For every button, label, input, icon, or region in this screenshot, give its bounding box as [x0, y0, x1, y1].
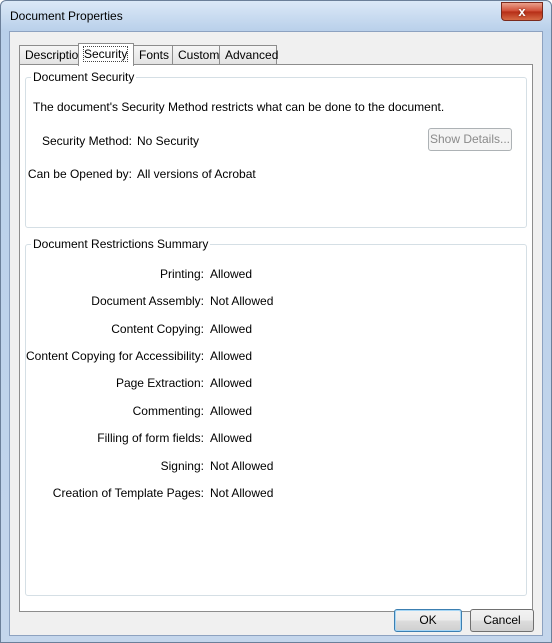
- tab-description-label: Description: [25, 48, 86, 62]
- restriction-label: Printing:: [159, 267, 204, 281]
- window-title: Document Properties: [10, 9, 123, 23]
- restriction-value: Allowed: [210, 349, 253, 363]
- restrictions-summary-title: Document Restrictions Summary: [31, 237, 211, 251]
- show-details-button[interactable]: Show Details...: [428, 128, 512, 151]
- tab-fonts-label: Fonts: [139, 48, 170, 62]
- restriction-value: Allowed: [210, 404, 253, 418]
- opened-by-value: All versions of Acrobat: [137, 167, 256, 181]
- restriction-label: Commenting:: [132, 404, 204, 418]
- tab-security-label: Security: [82, 46, 129, 62]
- document-properties-window: Document Properties x Description Securi…: [0, 0, 552, 643]
- document-security-group: Document Security The document's Securit…: [25, 70, 527, 228]
- tab-security[interactable]: Security: [78, 43, 134, 66]
- restriction-label: Content Copying for Accessibility:: [26, 349, 205, 363]
- cancel-button[interactable]: Cancel: [470, 609, 534, 632]
- restrictions-summary-group: Document Restrictions Summary Printing: …: [25, 237, 527, 596]
- dialog-client-area: Description Security Fonts Custom Advanc…: [9, 31, 543, 636]
- opened-by-label: Can be Opened by:: [27, 167, 132, 181]
- document-security-title: Document Security: [31, 70, 137, 84]
- tab-custom-label: Custom: [178, 48, 220, 62]
- restriction-value: Allowed: [210, 376, 253, 390]
- restriction-label: Signing:: [160, 459, 204, 473]
- restriction-label: Document Assembly:: [91, 294, 204, 308]
- close-icon: x: [518, 4, 526, 19]
- restriction-value: Allowed: [210, 431, 253, 445]
- restriction-value: Not Allowed: [210, 486, 274, 500]
- title-bar[interactable]: Document Properties x: [1, 1, 551, 31]
- restriction-value: Not Allowed: [210, 459, 274, 473]
- ok-button[interactable]: OK: [394, 609, 462, 632]
- tab-advanced-label: Advanced: [225, 48, 279, 62]
- restriction-label: Page Extraction:: [115, 376, 204, 390]
- security-intro-text: The document's Security Method restricts…: [33, 100, 445, 114]
- security-method-value: No Security: [137, 134, 200, 148]
- security-method-label: Security Method:: [41, 134, 132, 148]
- restriction-value: Not Allowed: [210, 294, 274, 308]
- close-button[interactable]: x: [501, 2, 543, 21]
- restriction-value: Allowed: [210, 322, 253, 336]
- restriction-value: Allowed: [210, 267, 253, 281]
- restriction-label: Filling of form fields:: [97, 431, 204, 445]
- tab-custom[interactable]: Custom: [172, 45, 220, 64]
- security-tab-panel: Document Security The document's Securit…: [19, 64, 533, 612]
- tab-advanced[interactable]: Advanced: [219, 45, 279, 64]
- tab-fonts[interactable]: Fonts: [133, 45, 173, 64]
- restriction-label: Content Copying:: [111, 322, 204, 336]
- restriction-label: Creation of Template Pages:: [52, 486, 204, 500]
- tab-description[interactable]: Description: [19, 45, 85, 64]
